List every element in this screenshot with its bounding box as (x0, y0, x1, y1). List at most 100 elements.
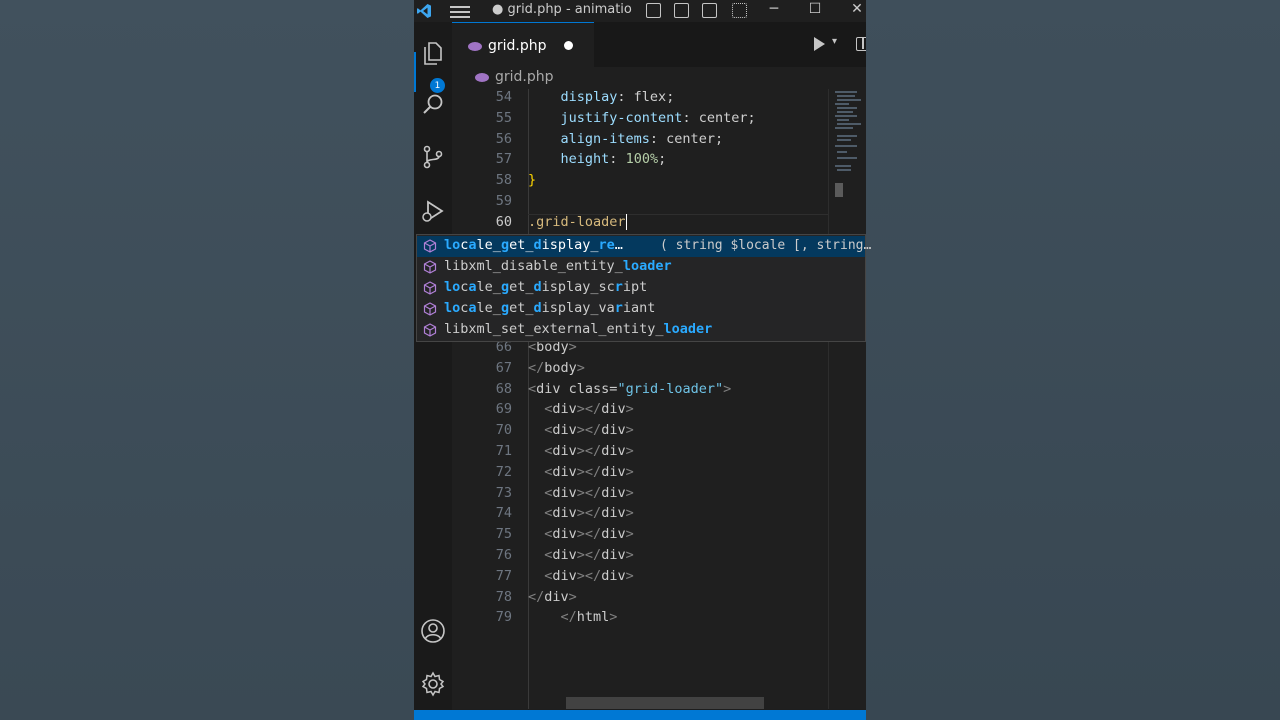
code-token: </ (560, 609, 577, 626)
code-line[interactable]: 59 (452, 193, 828, 214)
code-line[interactable]: 69 <div></div> (452, 401, 828, 422)
code-line[interactable]: 60 .grid-loader (452, 213, 828, 235)
line-number: 59 (495, 193, 512, 209)
code-editor[interactable]: 54 display: flex; 55 justify-content: cen… (452, 89, 866, 709)
line-number: 60 (495, 213, 512, 230)
php-file-icon (468, 42, 482, 51)
minimize-button[interactable]: ─ (764, 1, 784, 17)
code-line[interactable]: 67 </body> (452, 360, 828, 381)
suggestion-text: lo (444, 279, 461, 295)
code-token: > (625, 526, 634, 543)
code-line[interactable]: 56 align-items: center; (452, 131, 828, 152)
close-button[interactable]: ✕ (847, 1, 866, 17)
suggestion-text: lo (444, 237, 461, 253)
line-number: 74 (495, 505, 512, 522)
split-editor-button[interactable] (856, 37, 866, 51)
hamburger-menu-icon[interactable] (450, 3, 470, 19)
code-line[interactable]: 54 display: flex; (452, 89, 828, 110)
line-source: <div></div> (528, 463, 633, 480)
code-line[interactable]: 55 justify-content: center; (452, 110, 828, 131)
code-token: > (609, 609, 618, 626)
suggestion-item[interactable]: locale_get_display_variant (417, 299, 865, 320)
source-control-icon[interactable] (414, 138, 452, 176)
code-line[interactable]: 70 <div></div> (452, 422, 828, 443)
line-number: 71 (495, 443, 512, 459)
code-line[interactable]: 58} (452, 172, 828, 193)
files-icon[interactable] (414, 34, 452, 72)
code-token: ></ (576, 463, 602, 480)
code-token: > (723, 380, 732, 397)
settings-gear-icon[interactable] (414, 665, 452, 703)
unsaved-dot-icon[interactable] (564, 41, 573, 50)
code-token: div (552, 463, 577, 480)
line-source: </html> (528, 609, 618, 626)
code-token: ></ (576, 505, 602, 522)
code-line[interactable]: 68 <div class="grid-loader"> (452, 381, 828, 402)
suggestion-item[interactable]: locale_get_display_script (417, 278, 865, 299)
code-token: div (601, 463, 626, 480)
chevron-down-icon[interactable]: ▾ (832, 36, 837, 47)
search-icon[interactable] (414, 85, 452, 123)
vscode-logo-icon (414, 0, 434, 22)
tab-grid-php[interactable]: grid.php (452, 22, 594, 67)
run-file-button[interactable] (814, 37, 833, 51)
run-debug-icon[interactable] (414, 192, 452, 230)
code-token: > (625, 567, 634, 584)
code-line[interactable]: 72 <div></div> (452, 464, 828, 485)
line-number: 68 (495, 380, 512, 397)
maximize-button[interactable]: ☐ (805, 1, 825, 17)
customize-layout-icon[interactable] (732, 3, 747, 18)
breadcrumb-file[interactable]: grid.php (495, 69, 554, 85)
code-line[interactable]: 66 <body> (452, 339, 828, 360)
line-source: <div></div> (528, 422, 633, 439)
line-number: 57 (495, 151, 512, 168)
toggle-secondary-sidebar-icon[interactable] (702, 3, 717, 18)
code-line[interactable]: 74 <div></div> (452, 505, 828, 526)
line-source: height: 100%; (528, 151, 667, 168)
code-token: > (568, 588, 577, 605)
code-line[interactable]: 71 <div></div> (452, 443, 828, 464)
suggestion-text: … (614, 237, 623, 253)
code-token: div (552, 422, 577, 439)
code-line[interactable]: 75 <div></div> (452, 526, 828, 547)
suggestion-item[interactable]: libxml_disable_entity_loader (417, 257, 865, 278)
code-token: height (560, 151, 610, 168)
line-number: 79 (495, 609, 512, 626)
suggestion-text: a (468, 237, 477, 253)
suggestion-text: le_ (476, 279, 501, 295)
code-token: > (625, 505, 634, 522)
code-line[interactable]: 78 </div> (452, 589, 828, 610)
line-source: <div></div> (528, 505, 634, 522)
code-line[interactable]: 76 <div></div> (452, 547, 828, 568)
method-cube-icon (423, 302, 437, 316)
suggestion-item[interactable]: locale_get_display_re… ( string $locale [… (417, 236, 871, 257)
account-icon[interactable] (414, 612, 452, 650)
code-line[interactable]: 79 </html> (452, 609, 828, 630)
title-bar: ● grid.php - animatio... ─ ☐ ✕ (414, 0, 866, 22)
code-token: > (625, 484, 634, 501)
method-cube-icon (423, 323, 437, 337)
line-number: 70 (495, 422, 512, 439)
line-number: 58 (495, 172, 512, 189)
code-line[interactable]: 77 <div></div> (452, 568, 828, 589)
line-source: <div></div> (528, 526, 634, 543)
editor-tab-bar: grid.php ▾ ··· (452, 22, 866, 67)
code-token: : (609, 151, 626, 168)
suggestion-item[interactable]: libxml_set_external_entity_loader (417, 320, 865, 341)
code-line[interactable]: 57 height: 100%; (452, 151, 828, 172)
background-left (0, 0, 414, 720)
suggestion-text: d (533, 279, 542, 295)
line-source: .grid-loader (528, 213, 628, 230)
horizontal-scrollbar[interactable] (566, 697, 764, 709)
minimap[interactable] (828, 89, 866, 709)
toggle-panel-icon[interactable] (674, 3, 689, 18)
toggle-primary-sidebar-icon[interactable] (646, 3, 661, 18)
code-token: div (601, 526, 626, 543)
code-line[interactable]: 73 <div></div> (452, 485, 828, 506)
